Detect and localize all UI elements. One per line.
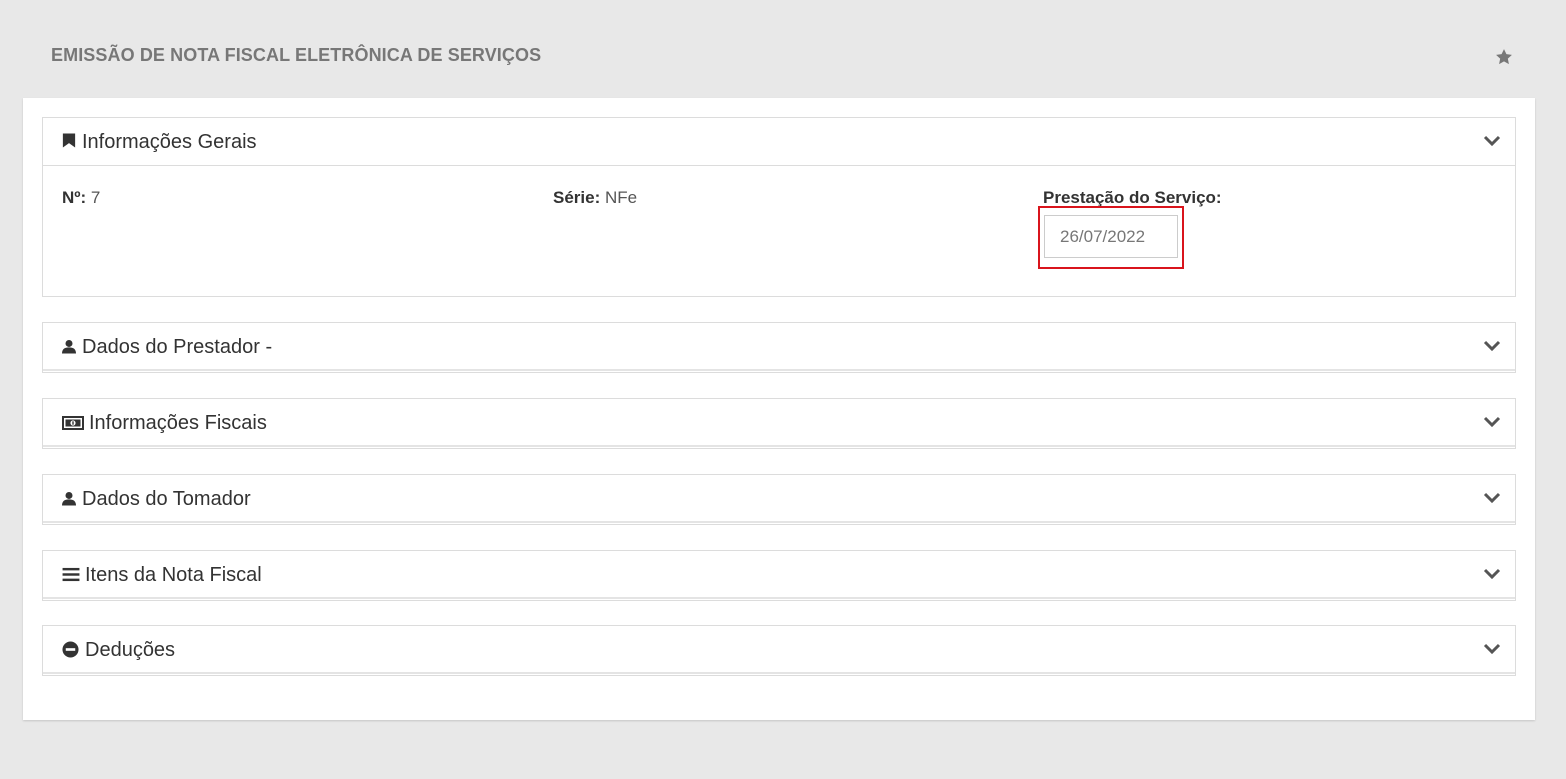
panel-informacoes-gerais: Informações Gerais Nº: 7 Série: NFe Pres… <box>42 117 1516 297</box>
panel-dados-prestador: Dados do Prestador - <box>42 322 1516 373</box>
panel-body-informacoes-gerais: Nº: 7 Série: NFe Prestação do Serviço: <box>43 166 1515 296</box>
numero-value: 7 <box>90 188 101 207</box>
content-card: Informações Gerais Nº: 7 Série: NFe Pres… <box>23 98 1535 720</box>
serie-value: NFe <box>604 188 638 207</box>
panel-heading-dados-tomador[interactable]: Dados do Tomador <box>43 475 1515 523</box>
star-icon[interactable] <box>1494 47 1514 67</box>
panel-label: Deduções <box>85 639 176 661</box>
panel-label: Informações Gerais <box>82 131 257 153</box>
panel-label: Dados do Tomador <box>82 488 251 510</box>
chevron-down-icon[interactable] <box>1483 642 1501 656</box>
user-icon <box>62 339 76 354</box>
money-icon <box>62 416 84 430</box>
minus-circle-icon <box>62 641 79 658</box>
panel-itens-nota-fiscal: Itens da Nota Fiscal <box>42 550 1516 601</box>
panel-heading-dados-prestador[interactable]: Dados do Prestador - <box>43 323 1515 371</box>
prestacao-date-input[interactable] <box>1044 215 1178 258</box>
numero-label: Nº: <box>62 188 87 207</box>
page-header: EMISSÃO DE NOTA FISCAL ELETRÔNICA DE SER… <box>0 0 1566 98</box>
serie-field: Série: NFe <box>553 188 637 208</box>
bookmark-icon <box>62 133 76 148</box>
serie-label: Série: <box>553 188 601 207</box>
list-icon <box>62 567 80 582</box>
page-title: EMISSÃO DE NOTA FISCAL ELETRÔNICA DE SER… <box>51 45 542 65</box>
chevron-down-icon[interactable] <box>1483 567 1501 581</box>
panel-heading-informacoes-gerais[interactable]: Informações Gerais <box>43 118 1515 166</box>
numero-field: Nº: 7 <box>62 188 100 208</box>
panel-heading-informacoes-fiscais[interactable]: Informações Fiscais <box>43 399 1515 447</box>
chevron-down-icon[interactable] <box>1483 339 1501 353</box>
prestacao-label: Prestação do Serviço: <box>1043 188 1222 207</box>
panel-deducoes: Deduções <box>42 625 1516 676</box>
panel-heading-itens-nota-fiscal[interactable]: Itens da Nota Fiscal <box>43 551 1515 599</box>
chevron-down-icon[interactable] <box>1483 134 1501 148</box>
chevron-down-icon[interactable] <box>1483 491 1501 505</box>
user-icon <box>62 491 76 506</box>
panel-label: Informações Fiscais <box>89 412 267 434</box>
panel-label: Dados do Prestador - <box>82 336 273 358</box>
chevron-down-icon[interactable] <box>1483 415 1501 429</box>
panel-label: Itens da Nota Fiscal <box>85 564 262 586</box>
panel-heading-deducoes[interactable]: Deduções <box>43 626 1515 674</box>
panel-informacoes-fiscais: Informações Fiscais <box>42 398 1516 449</box>
panel-dados-tomador: Dados do Tomador <box>42 474 1516 525</box>
